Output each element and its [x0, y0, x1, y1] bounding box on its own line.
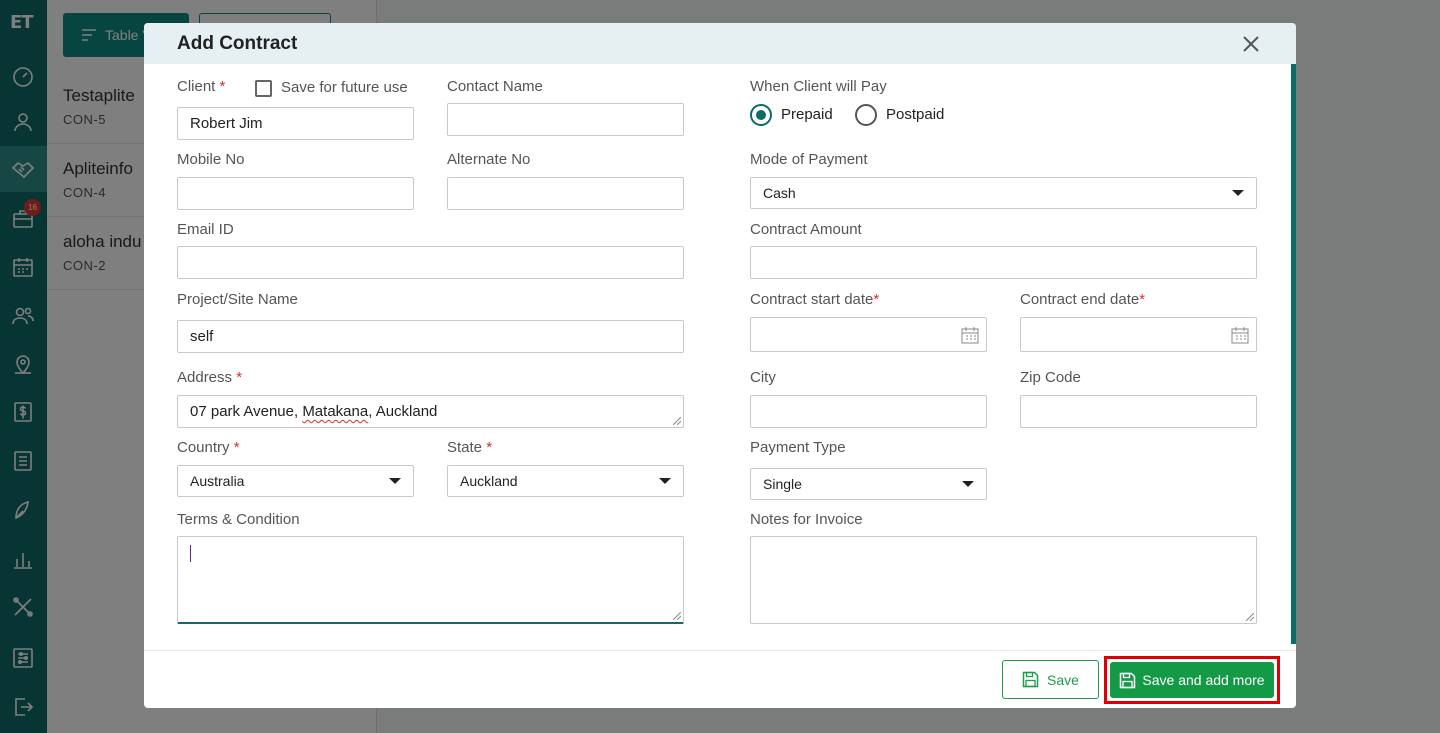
modal-title: Add Contract	[177, 32, 298, 54]
highlight-box: Save and add more	[1104, 656, 1280, 704]
mobile-no-input[interactable]	[177, 177, 414, 210]
add-contract-modal: Add Contract Client * Save for future us…	[144, 23, 1296, 708]
chevron-down-icon	[1232, 190, 1244, 196]
close-icon	[1243, 35, 1259, 52]
city-label: City	[750, 369, 776, 386]
save-and-add-more-label: Save and add more	[1142, 672, 1265, 688]
floppy-disk-icon	[1120, 672, 1136, 688]
country-select[interactable]: Australia	[177, 465, 414, 497]
save-button-label: Save	[1047, 671, 1079, 688]
payment-type-value: Single	[763, 476, 802, 492]
modal-scrollbar[interactable]	[1291, 64, 1296, 644]
end-date-input[interactable]	[1020, 317, 1257, 352]
calendar-icon[interactable]	[1231, 326, 1249, 344]
calendar-icon[interactable]	[961, 326, 979, 344]
floppy-disk-icon	[1022, 671, 1039, 688]
when-pay-label: When Client will Pay	[750, 78, 887, 95]
end-date-label: Contract end date*	[1020, 291, 1146, 308]
terms-label: Terms & Condition	[177, 511, 300, 528]
country-value: Australia	[190, 473, 245, 489]
payment-type-label: Payment Type	[750, 439, 846, 456]
postpaid-radio[interactable]	[855, 104, 877, 126]
mobile-no-label: Mobile No	[177, 151, 245, 168]
payment-type-select[interactable]: Single	[750, 468, 987, 500]
save-and-add-more-button[interactable]: Save and add more	[1110, 662, 1274, 698]
email-input[interactable]	[177, 246, 684, 279]
notes-label: Notes for Invoice	[750, 511, 863, 528]
chevron-down-icon	[659, 478, 671, 484]
contact-name-input[interactable]	[447, 103, 684, 136]
address-text: 07 park Avenue,	[190, 403, 303, 420]
prepaid-label: Prepaid	[781, 106, 833, 123]
address-input[interactable]: 07 park Avenue, Matakana, Auckland	[177, 395, 684, 428]
save-button[interactable]: Save	[1002, 660, 1099, 699]
zip-code-label: Zip Code	[1020, 369, 1081, 386]
state-value: Auckland	[460, 473, 518, 489]
project-site-label: Project/Site Name	[177, 291, 298, 308]
resize-handle-icon[interactable]	[673, 417, 681, 425]
modal-body: Client * Save for future use Robert Jim …	[144, 64, 1296, 650]
text-cursor	[190, 545, 191, 562]
resize-handle-icon[interactable]	[673, 612, 681, 620]
state-select[interactable]: Auckland	[447, 465, 684, 497]
save-future-label: Save for future use	[281, 79, 408, 96]
address-misspelled-word: Matakana	[302, 403, 369, 420]
alternate-no-label: Alternate No	[447, 151, 531, 168]
zip-code-input[interactable]	[1020, 395, 1257, 428]
client-input[interactable]: Robert Jim	[177, 107, 414, 140]
resize-handle-icon[interactable]	[1246, 613, 1254, 621]
country-label: Country *	[177, 439, 240, 456]
address-text-end: , Auckland	[368, 403, 438, 420]
terms-textarea[interactable]	[177, 536, 684, 624]
contract-amount-input[interactable]	[750, 246, 1257, 279]
prepaid-radio[interactable]	[750, 104, 772, 126]
save-future-checkbox[interactable]	[255, 80, 272, 97]
contract-amount-label: Contract Amount	[750, 221, 862, 238]
address-label: Address *	[177, 369, 243, 386]
notes-textarea[interactable]	[750, 536, 1257, 624]
client-label: Client *	[177, 78, 226, 95]
mode-payment-label: Mode of Payment	[750, 151, 868, 168]
city-input[interactable]	[750, 395, 987, 428]
email-label: Email ID	[177, 221, 234, 238]
start-date-label: Contract start date*	[750, 291, 880, 308]
postpaid-label: Postpaid	[886, 106, 945, 123]
chevron-down-icon	[389, 478, 401, 484]
alternate-no-input[interactable]	[447, 177, 684, 210]
modal-header: Add Contract	[144, 23, 1296, 64]
state-label: State *	[447, 439, 493, 456]
mode-payment-select[interactable]: Cash	[750, 177, 1257, 209]
mode-payment-value: Cash	[763, 185, 796, 201]
close-button[interactable]	[1239, 32, 1263, 56]
contact-name-label: Contact Name	[447, 78, 543, 95]
start-date-input[interactable]	[750, 317, 987, 352]
chevron-down-icon	[962, 481, 974, 487]
project-site-input[interactable]: self	[177, 320, 684, 353]
